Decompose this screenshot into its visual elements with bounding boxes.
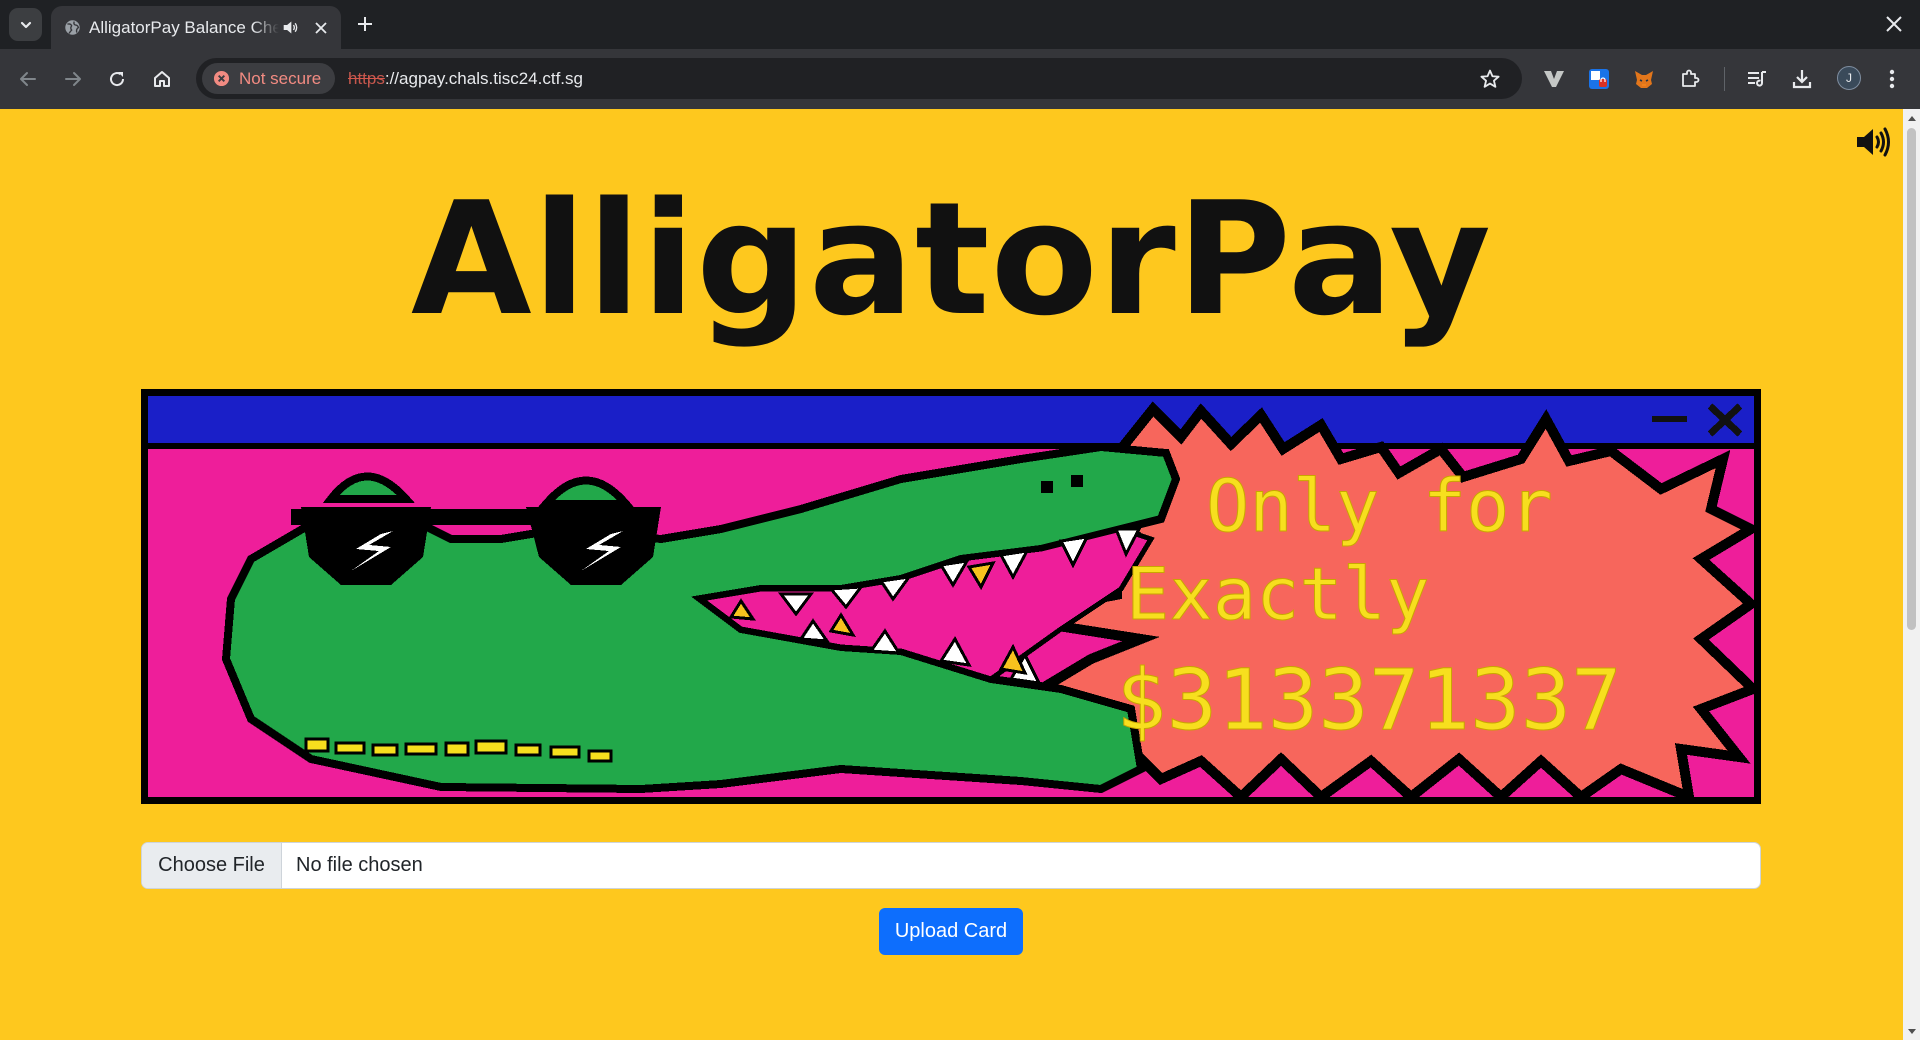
scrollbar-thumb[interactable] [1907,128,1916,630]
browser-toolbar: Not secure https://agpay.chals.tisc24.ct… [0,49,1920,109]
home-button[interactable] [148,65,176,93]
banner-caption-line2: Exactly [1126,552,1429,636]
promo-banner: Only for Exactly $313371337 [141,389,1761,804]
shield-extension-icon [1589,69,1609,89]
close-icon [315,22,327,34]
new-tab-button[interactable] [351,10,379,38]
active-tab[interactable]: AlligatorPay Balance Checker [51,6,341,49]
downloads-button[interactable] [1788,65,1816,93]
globe-icon [65,20,80,35]
reload-button[interactable] [103,65,131,93]
vivaldi-v-icon [1544,71,1564,87]
puzzle-extensions-icon [1682,69,1700,87]
page-content: AlligatorPay Only for Exactly $313371337… [0,109,1903,1040]
url-scheme: https [348,69,385,88]
download-icon [1792,70,1812,89]
tab-search-button[interactable] [9,8,42,41]
metamask-fox-icon [1635,71,1653,88]
card-file-input[interactable]: Choose File No file chosen [141,842,1761,889]
close-tab-button[interactable] [311,18,331,38]
window-close-button[interactable] [1880,10,1908,38]
media-control-button[interactable] [1743,65,1771,93]
page-scrollbar[interactable] [1903,109,1920,1040]
choose-file-button[interactable]: Choose File [142,843,282,888]
star-icon[interactable] [1479,68,1501,90]
banner-caption-line3: $313371337 [1116,651,1622,749]
profile-avatar[interactable]: J [1837,66,1861,90]
tab-strip: AlligatorPay Balance Checker [0,0,1920,49]
plus-icon [358,17,372,31]
back-button[interactable] [14,65,42,93]
caret-up-icon [1907,115,1916,121]
forward-button[interactable] [59,65,87,93]
minimize-icon [1652,416,1687,422]
home-icon [154,71,170,87]
reload-icon [110,72,125,87]
scroll-down-button[interactable] [1903,1023,1920,1040]
address-bar[interactable]: Not secure https://agpay.chals.tisc24.ct… [196,58,1522,99]
shield-extension-button[interactable] [1585,65,1613,93]
vivaldi-extension-button[interactable] [1540,65,1568,93]
brand-title: AlligatorPay [410,168,1493,350]
extensions-button[interactable] [1676,65,1704,93]
banner-titlebar [148,396,1754,443]
site-info-chip[interactable]: Not secure [202,63,335,94]
scroll-up-button[interactable] [1903,109,1920,126]
security-label: Not secure [239,69,322,88]
file-status-text: No file chosen [296,854,423,876]
chevron-down-icon [20,21,31,28]
url-text: https://agpay.chals.tisc24.ctf.sg [348,69,583,89]
tab-title: AlligatorPay Balance Checker [89,18,279,37]
url-host: ://agpay.chals.tisc24.ctf.sg [384,69,583,88]
upload-card-button[interactable]: Upload Card [879,908,1023,955]
speaker-icon[interactable] [282,19,299,36]
not-secure-icon [213,70,230,87]
forward-icon [65,72,81,86]
metamask-extension-button[interactable] [1630,65,1658,93]
kebab-menu-icon [1889,69,1895,89]
back-icon [20,72,36,86]
close-icon [1886,16,1902,32]
menu-button[interactable] [1878,65,1906,93]
toolbar-separator [1724,67,1725,91]
sound-toggle-icon[interactable] [1855,127,1893,157]
caret-down-icon [1907,1028,1916,1034]
media-playlist-icon [1748,71,1766,87]
banner-caption-line1: Only for [1206,464,1553,548]
